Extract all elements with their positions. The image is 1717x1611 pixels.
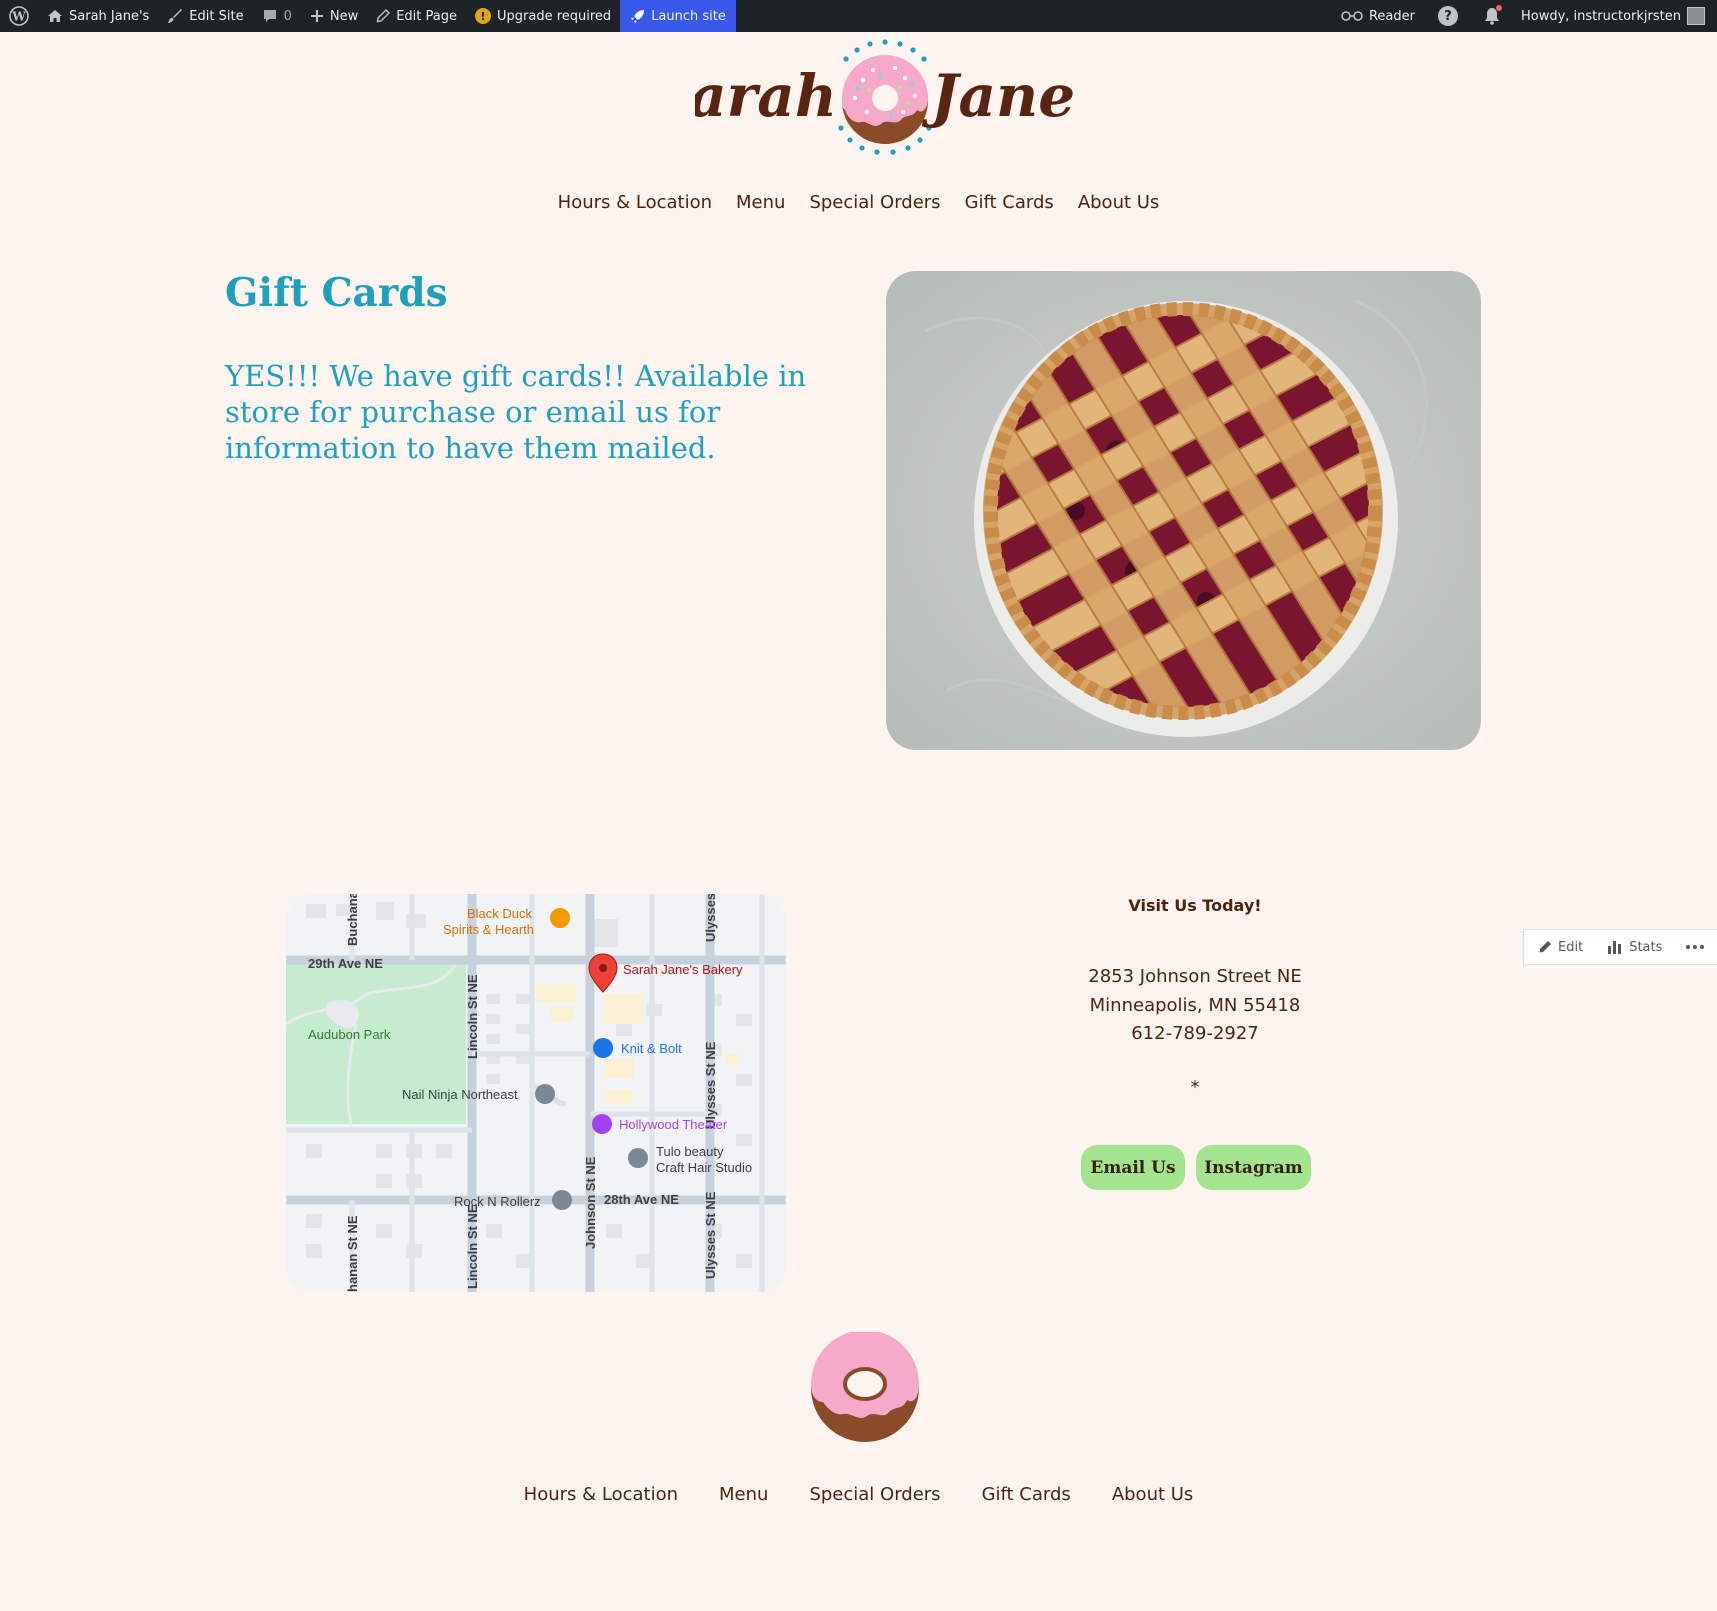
place-audubon-park: Audubon Park bbox=[308, 1027, 391, 1042]
avatar bbox=[1687, 7, 1705, 25]
comments-link[interactable]: 0 bbox=[253, 0, 301, 32]
lattice-pie-image bbox=[886, 271, 1481, 750]
notification-dot bbox=[1495, 5, 1502, 11]
place-nail-ninja: Nail Ninja Northeast bbox=[402, 1087, 518, 1102]
float-edit-button[interactable]: Edit bbox=[1538, 940, 1583, 955]
float-stats-button[interactable]: Stats bbox=[1607, 940, 1662, 955]
salon-icon bbox=[535, 1084, 555, 1104]
phone-number: 612-789-2927 bbox=[1131, 1023, 1259, 1044]
notifications-button[interactable] bbox=[1472, 0, 1512, 32]
footer-nav: Hours & Location Menu Special Orders Gif… bbox=[0, 1484, 1717, 1505]
place-bakery: Sarah Jane's Bakery bbox=[623, 962, 743, 977]
plus-icon bbox=[310, 10, 323, 22]
edit-site-label: Edit Site bbox=[189, 8, 244, 24]
bell-icon bbox=[1484, 5, 1502, 25]
instagram-button[interactable]: Instagram bbox=[1196, 1145, 1311, 1190]
edit-page-label: Edit Page bbox=[396, 8, 457, 24]
place-tulo-2: Craft Hair Studio bbox=[656, 1160, 752, 1175]
shopping-icon bbox=[593, 1038, 613, 1058]
upgrade-required-link[interactable]: ! Upgrade required bbox=[466, 0, 620, 32]
place-tulo-1: Tulo beauty bbox=[656, 1144, 724, 1159]
howdy-label: Howdy, instructorkjrsten bbox=[1520, 8, 1681, 24]
theater-icon bbox=[592, 1114, 612, 1134]
admin-bar: W Sarah Jane's Edit Site 0 New Edit Page… bbox=[0, 0, 1717, 32]
brush-icon bbox=[168, 9, 183, 23]
address-city: Minneapolis, MN 55418 bbox=[1089, 994, 1301, 1016]
restaurant-icon bbox=[550, 908, 570, 928]
footer-nav-special-orders[interactable]: Special Orders bbox=[809, 1484, 940, 1505]
launch-site-button[interactable]: Launch site bbox=[620, 0, 736, 32]
street-buchanan-top: Buchana bbox=[345, 894, 360, 946]
street-johnson: Johnson St NE bbox=[583, 1156, 598, 1249]
help-button[interactable]: ? bbox=[1424, 0, 1472, 32]
glasses-icon bbox=[1341, 11, 1363, 21]
site-logo[interactable]: Sarah Jane's bbox=[695, 38, 1075, 162]
pencil-icon bbox=[1539, 941, 1551, 953]
place-black-duck-2: Spirits & Hearth bbox=[443, 922, 534, 937]
page-title: Gift Cards bbox=[225, 270, 448, 316]
rocket-icon bbox=[631, 9, 645, 23]
gift-card-intro: YES!!! We have gift cards!! Available in… bbox=[225, 359, 807, 465]
logo-text-left: Sarah bbox=[695, 62, 837, 130]
launch-label: Launch site bbox=[651, 8, 726, 24]
logo-text-right: Jane's bbox=[921, 62, 1075, 130]
beauty-icon bbox=[628, 1148, 648, 1168]
edit-page-link[interactable]: Edit Page bbox=[367, 0, 466, 32]
warning-icon: ! bbox=[475, 8, 491, 24]
street-lincoln: Lincoln St NE bbox=[465, 974, 480, 1059]
visit-heading: Visit Us Today! bbox=[1128, 896, 1262, 915]
street-lincoln-2: Lincoln St NE bbox=[465, 1204, 480, 1289]
place-rock-n-rollerz: Rock N Rollerz bbox=[454, 1194, 541, 1209]
edit-site-link[interactable]: Edit Site bbox=[158, 0, 252, 32]
home-icon bbox=[48, 10, 62, 22]
footer-nav-hours-location[interactable]: Hours & Location bbox=[524, 1484, 678, 1505]
nav-about-us[interactable]: About Us bbox=[1078, 192, 1160, 213]
post-floating-toolbar: Edit Stats bbox=[1523, 929, 1717, 965]
street-ulysses-2: Ulysses St NE bbox=[703, 1191, 718, 1279]
footer-donut-icon[interactable] bbox=[809, 1332, 921, 1444]
reader-link[interactable]: Reader bbox=[1332, 0, 1424, 32]
primary-nav: Hours & Location Menu Special Orders Gif… bbox=[0, 192, 1717, 213]
float-stats-label: Stats bbox=[1629, 939, 1663, 955]
comment-icon bbox=[263, 10, 276, 22]
wordpress-logo-icon[interactable]: W bbox=[0, 0, 38, 32]
location-map[interactable]: 29th Ave NE 28th Ave NE Lincoln St NE Li… bbox=[286, 894, 786, 1292]
bar-chart-icon bbox=[1608, 941, 1622, 954]
address-street: 2853 Johnson Street NE bbox=[1088, 966, 1302, 987]
new-content-link[interactable]: New bbox=[301, 0, 367, 32]
new-label: New bbox=[329, 8, 359, 24]
nav-gift-cards[interactable]: Gift Cards bbox=[965, 192, 1054, 213]
street-ulysses: Ulysses St NE bbox=[703, 1041, 718, 1129]
place-black-duck-1: Black Duck bbox=[467, 906, 533, 921]
upgrade-label: Upgrade required bbox=[497, 8, 612, 24]
footer-nav-about-us[interactable]: About Us bbox=[1112, 1484, 1194, 1505]
donut-logo-icon bbox=[842, 55, 928, 144]
nav-hours-location[interactable]: Hours & Location bbox=[558, 192, 712, 213]
place-knit-bolt: Knit & Bolt bbox=[621, 1041, 682, 1056]
street-ulysses-top: Ulysses bbox=[703, 894, 718, 942]
street-28th: 28th Ave NE bbox=[604, 1192, 679, 1207]
separator: * bbox=[1190, 1077, 1200, 1098]
street-buchanan-bottom: hanan St NE bbox=[345, 1215, 360, 1292]
float-more-button[interactable] bbox=[1686, 945, 1705, 949]
more-icon bbox=[1686, 945, 1705, 949]
svg-text:W: W bbox=[11, 10, 26, 24]
account-menu[interactable]: Howdy, instructorkjrsten bbox=[1512, 0, 1717, 32]
float-edit-label: Edit bbox=[1558, 939, 1584, 955]
footer-nav-menu[interactable]: Menu bbox=[719, 1484, 768, 1505]
site-name-label: Sarah Jane's bbox=[69, 8, 150, 24]
comments-count: 0 bbox=[283, 8, 292, 24]
nav-menu[interactable]: Menu bbox=[736, 192, 785, 213]
pencil-icon bbox=[376, 9, 391, 23]
admin-site-name[interactable]: Sarah Jane's bbox=[38, 0, 158, 32]
footer-nav-gift-cards[interactable]: Gift Cards bbox=[982, 1484, 1071, 1505]
reader-label: Reader bbox=[1368, 8, 1415, 24]
street-29th: 29th Ave NE bbox=[308, 956, 383, 971]
email-us-button[interactable]: Email Us bbox=[1081, 1145, 1185, 1190]
nav-special-orders[interactable]: Special Orders bbox=[809, 192, 940, 213]
rink-icon bbox=[552, 1190, 572, 1210]
help-icon: ? bbox=[1437, 6, 1458, 26]
address-block: 2853 Johnson Street NE Minneapolis, MN 5… bbox=[1045, 963, 1345, 1049]
place-hollywood: Hollywood Theater bbox=[619, 1117, 728, 1132]
